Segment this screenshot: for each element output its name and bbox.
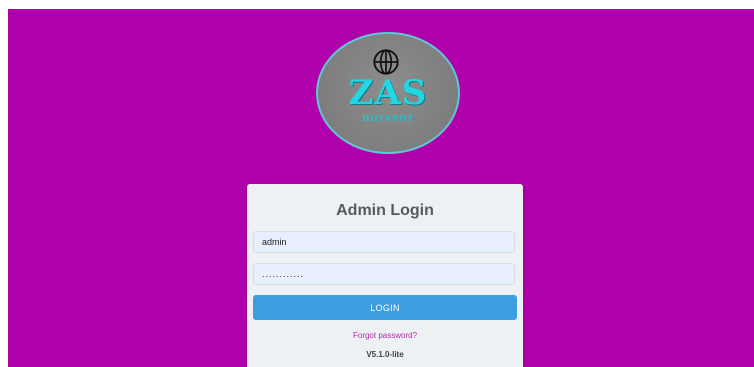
login-button[interactable]: LOGIN [253,295,517,320]
forgot-password-link[interactable]: Forgot password? [247,331,523,340]
login-page-background: ZAS HOTSPOT Admin Login LOGIN Forgot pas… [8,9,754,367]
version-label: V5.1.0-lite [366,350,404,359]
zas-hotspot-logo: ZAS HOTSPOT [316,32,460,154]
login-title: Admin Login [336,202,434,219]
username-input[interactable] [253,231,515,253]
admin-login-card: Admin Login LOGIN Forgot password? V5.1.… [247,184,523,367]
logo-brand-text: ZAS [348,73,428,113]
logo-subtitle-text: HOTSPOT [361,113,415,123]
password-input[interactable] [253,263,515,285]
globe-icon [373,49,399,75]
